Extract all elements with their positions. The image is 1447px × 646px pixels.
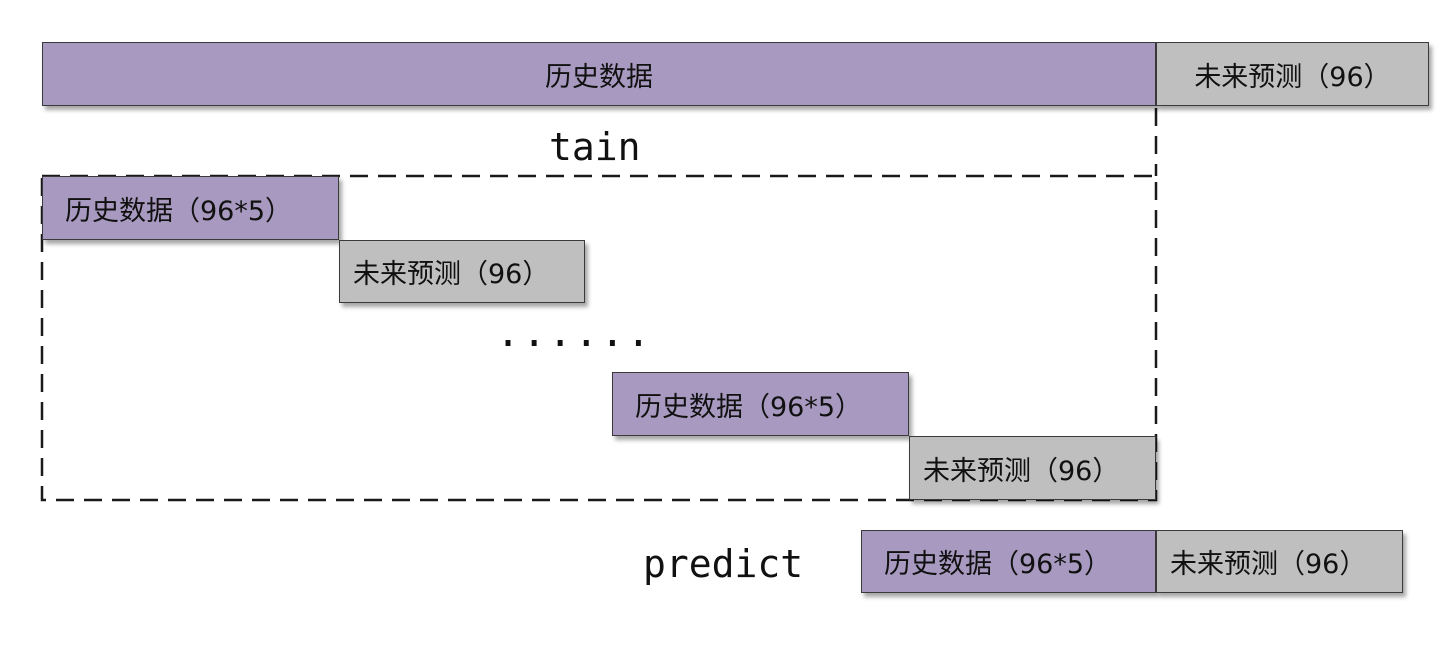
predict-future-label: 未来预测（96） [1170, 549, 1367, 580]
train-window-1-history-label: 历史数据（96*5） [65, 195, 293, 227]
train-window-n-history-label: 历史数据（96*5） [635, 391, 863, 423]
predict-label: predict [643, 542, 804, 586]
top-history-label: 历史数据 [545, 61, 653, 93]
train-window-n-future-label: 未来预测（96） [923, 455, 1120, 487]
top-future-label: 未来预测（96） [1194, 61, 1391, 93]
train-window-n-future-block: 未来预测（96） [909, 436, 1156, 500]
predict-history-block: 历史数据（96*5） [861, 530, 1156, 593]
predict-history-label: 历史数据（96*5） [884, 549, 1112, 580]
top-future-block: 未来预测（96） [1156, 42, 1429, 106]
train-window-1-history-block: 历史数据（96*5） [42, 176, 339, 240]
train-window-1-future-block: 未来预测（96） [339, 240, 585, 303]
train-window-1-future-label: 未来预测（96） [353, 259, 550, 290]
top-history-block: 历史数据 [42, 42, 1156, 106]
train-ellipsis: ...... [496, 310, 653, 356]
predict-future-block: 未来预测（96） [1156, 530, 1403, 593]
train-label: tain [549, 125, 641, 169]
train-window-n-history-block: 历史数据（96*5） [612, 372, 909, 436]
